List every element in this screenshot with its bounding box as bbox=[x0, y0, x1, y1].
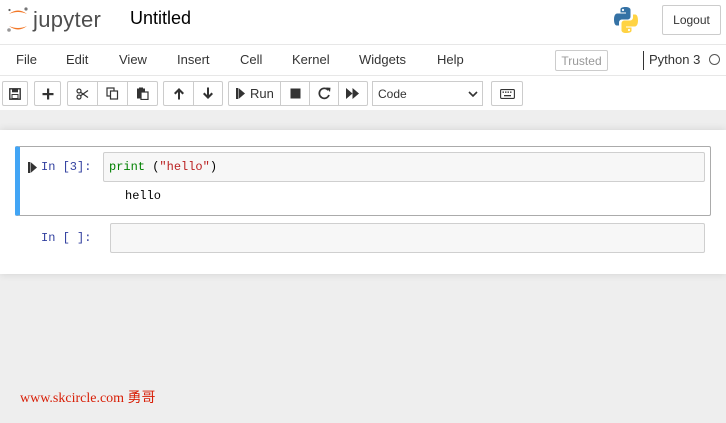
step-forward-icon bbox=[28, 162, 37, 173]
menubar: File Edit View Insert Cell Kernel Widget… bbox=[0, 44, 726, 76]
redo-icon bbox=[317, 87, 330, 100]
python-logo-icon bbox=[611, 5, 641, 40]
save-button[interactable] bbox=[2, 81, 28, 106]
cell-output: hello bbox=[125, 189, 162, 203]
menu-kernel[interactable]: Kernel bbox=[292, 45, 330, 75]
copy-icon bbox=[106, 87, 119, 100]
run-button[interactable]: Run bbox=[228, 81, 281, 106]
header: jupyter Untitled Logout bbox=[0, 0, 726, 44]
notebook-area: In [3]: print ("hello") hello In [ ]: bbox=[0, 110, 726, 423]
menu-view[interactable]: View bbox=[119, 45, 147, 75]
arrow-up-icon bbox=[173, 88, 184, 100]
menu-edit[interactable]: Edit bbox=[66, 45, 88, 75]
logo-text: jupyter bbox=[33, 7, 102, 32]
kernel-separator bbox=[643, 51, 644, 70]
paste-button[interactable] bbox=[127, 81, 158, 106]
input-prompt: In [3]: bbox=[41, 160, 92, 174]
copy-button[interactable] bbox=[97, 81, 128, 106]
move-down-button[interactable] bbox=[193, 81, 223, 106]
menu-widgets[interactable]: Widgets bbox=[359, 45, 406, 75]
jupyter-logo-icon bbox=[7, 7, 28, 32]
insert-cell-button[interactable] bbox=[34, 81, 61, 106]
cell-type-value: Code bbox=[378, 86, 407, 101]
run-label: Run bbox=[250, 86, 274, 101]
toolbar: Run Code bbox=[0, 76, 726, 110]
command-palette-button[interactable] bbox=[491, 81, 523, 106]
notebook-container: In [3]: print ("hello") hello In [ ]: bbox=[0, 130, 726, 274]
scissors-icon bbox=[76, 87, 89, 100]
code-builtin: print bbox=[109, 160, 146, 174]
plus-icon bbox=[42, 88, 53, 99]
watermark-text: www.skcircle.com 勇哥 bbox=[20, 391, 156, 406]
move-up-button[interactable] bbox=[163, 81, 194, 106]
keyboard-icon bbox=[499, 88, 515, 99]
cell-type-select[interactable]: Code bbox=[372, 81, 483, 106]
step-forward-icon bbox=[236, 88, 245, 99]
chevron-down-icon bbox=[468, 91, 478, 98]
input-prompt-empty: In [ ]: bbox=[41, 231, 92, 245]
menu-cell[interactable]: Cell bbox=[240, 45, 262, 75]
save-icon bbox=[9, 87, 21, 100]
kernel-name: Python 3 bbox=[649, 52, 701, 67]
trusted-indicator[interactable]: Trusted bbox=[555, 50, 608, 71]
fast-forward-icon bbox=[346, 88, 359, 99]
kernel-idle-icon bbox=[709, 54, 720, 65]
paste-icon bbox=[137, 87, 149, 100]
notebook-title[interactable]: Untitled bbox=[130, 8, 191, 29]
jupyter-logo[interactable]: jupyter bbox=[6, 4, 101, 36]
cut-button[interactable] bbox=[67, 81, 98, 106]
restart-run-all-button[interactable] bbox=[338, 81, 368, 106]
code-paren-open: ( bbox=[145, 160, 160, 174]
code-input-empty[interactable] bbox=[110, 223, 705, 253]
logout-button[interactable]: Logout bbox=[662, 5, 721, 35]
code-paren-close: ) bbox=[209, 160, 218, 174]
interrupt-button[interactable] bbox=[280, 81, 310, 106]
restart-kernel-button[interactable] bbox=[309, 81, 339, 106]
menu-file[interactable]: File bbox=[16, 45, 37, 75]
menu-help[interactable]: Help bbox=[437, 45, 464, 75]
code-string: "hello" bbox=[159, 160, 210, 174]
code-cell-selected[interactable]: In [3]: print ("hello") hello bbox=[15, 146, 711, 216]
menu-insert[interactable]: Insert bbox=[177, 45, 210, 75]
code-input[interactable]: print ("hello") bbox=[103, 152, 705, 182]
arrow-down-icon bbox=[203, 87, 213, 99]
stop-icon bbox=[290, 88, 300, 99]
